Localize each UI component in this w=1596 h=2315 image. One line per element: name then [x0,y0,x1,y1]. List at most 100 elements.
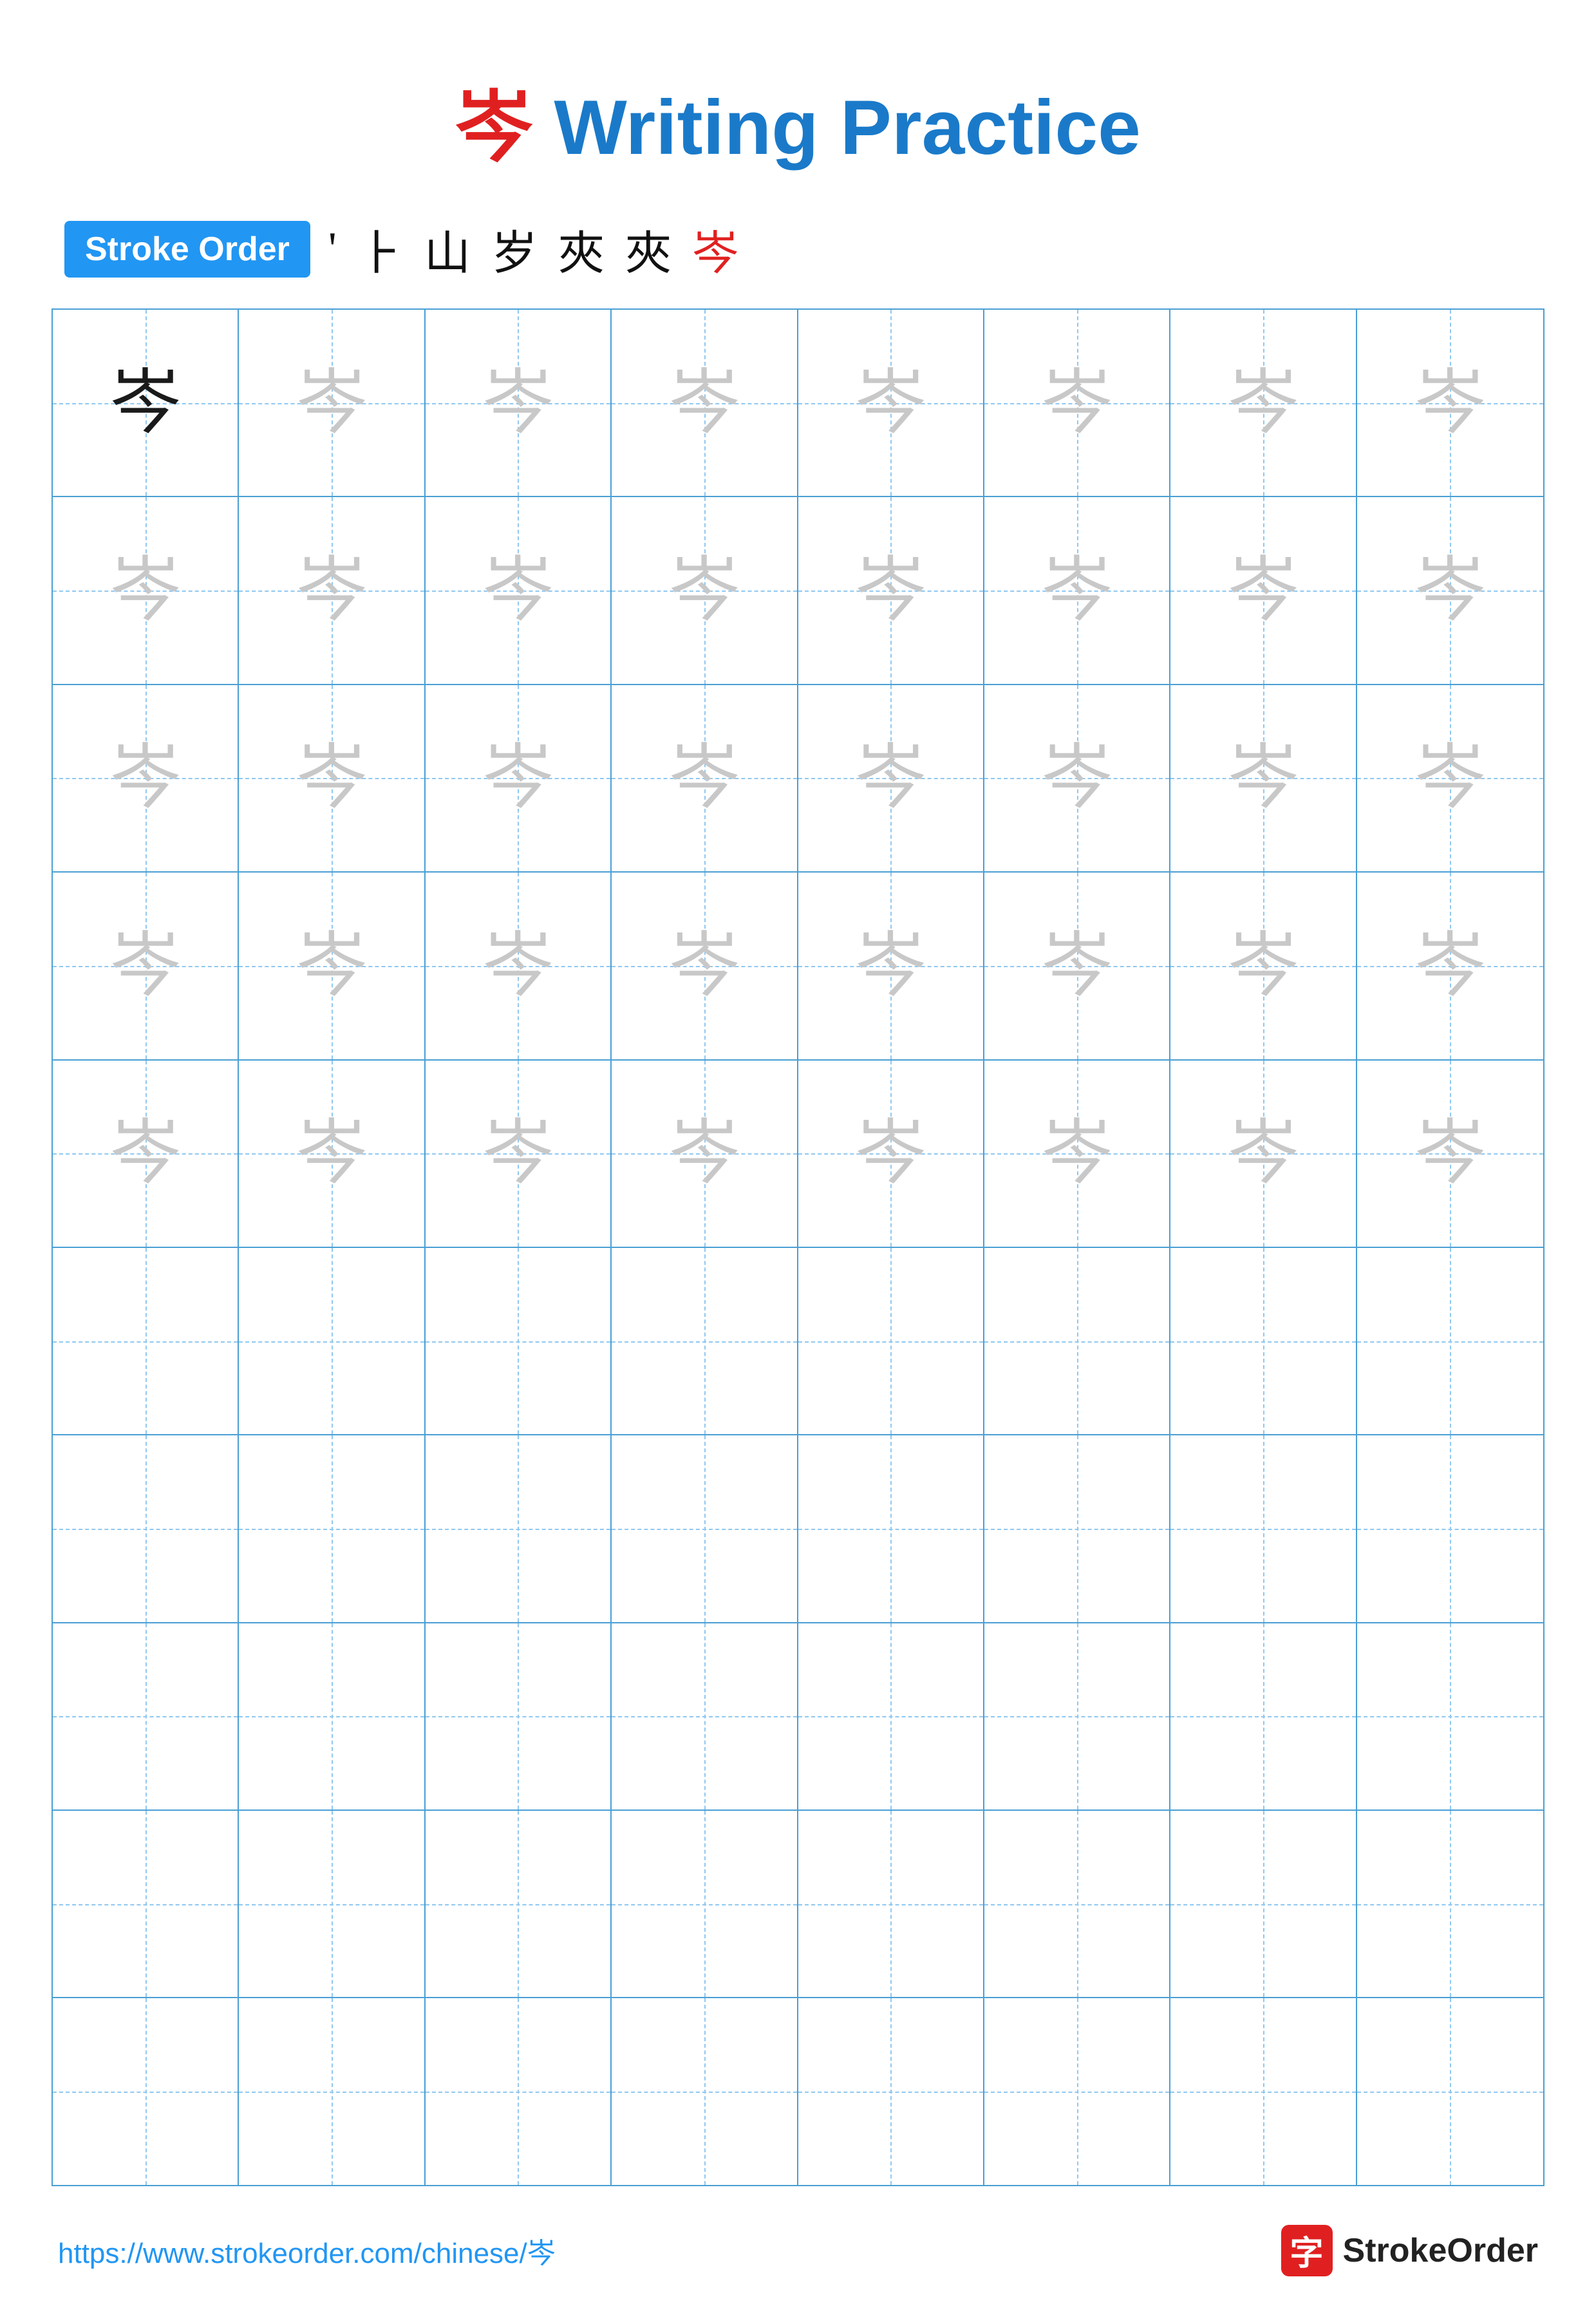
grid-cell[interactable] [984,1811,1170,1997]
grid-cell[interactable] [612,1623,798,1809]
grid-cell[interactable]: 岑 [239,497,425,683]
grid-row: 岑 岑 岑 岑 岑 岑 岑 岑 [53,310,1543,497]
grid-cell[interactable]: 岑 [239,1061,425,1247]
grid-cell[interactable] [426,1811,612,1997]
cell-char-light: 岑 [669,555,740,626]
grid-cell[interactable]: 岑 [798,873,984,1059]
grid-cell[interactable]: 岑 [1170,1061,1357,1247]
grid-cell[interactable] [984,1998,1170,2184]
grid-cell[interactable]: 岑 [798,1061,984,1247]
cell-char-light: 岑 [855,931,926,1001]
cell-char-light: 岑 [1042,742,1113,813]
grid-cell[interactable] [53,1998,239,2184]
stroke-order-row: Stroke Order ' ⺊ 山 岁 夾 夾 岑 [64,215,1544,283]
cell-char-light: 岑 [296,555,367,626]
grid-cell[interactable]: 岑 [1170,685,1357,871]
cell-char-light: 岑 [1414,1118,1485,1189]
grid-cell[interactable] [984,1435,1170,1621]
grid-cell[interactable] [1357,1623,1543,1809]
grid-cell[interactable] [426,1248,612,1434]
grid-cell[interactable] [239,1811,425,1997]
grid-cell[interactable]: 岑 [239,873,425,1059]
grid-cell[interactable]: 岑 [984,497,1170,683]
grid-cell[interactable]: 岑 [239,685,425,871]
cell-char-light: 岑 [669,931,740,1001]
grid-cell[interactable]: 岑 [984,1061,1170,1247]
grid-cell[interactable]: 岑 [984,685,1170,871]
cell-char-light: 岑 [482,368,553,439]
cell-char-light: 岑 [1042,555,1113,626]
grid-cell[interactable]: 岑 [1357,1061,1543,1247]
grid-cell[interactable] [1357,1248,1543,1434]
grid-cell[interactable] [53,1811,239,1997]
cell-char-light: 岑 [110,931,181,1001]
grid-cell[interactable] [1170,1998,1357,2184]
grid-cell[interactable] [53,1435,239,1621]
grid-cell[interactable]: 岑 [1357,873,1543,1059]
grid-cell[interactable] [239,1623,425,1809]
grid-cell[interactable]: 岑 [53,873,239,1059]
grid-cell[interactable]: 岑 [798,685,984,871]
grid-cell[interactable] [53,1623,239,1809]
grid-cell[interactable]: 岑 [239,310,425,496]
grid-cell[interactable] [612,1811,798,1997]
grid-cell[interactable]: 岑 [798,497,984,683]
grid-cell[interactable] [1170,1623,1357,1809]
grid-cell[interactable] [612,1435,798,1621]
grid-cell[interactable] [1170,1811,1357,1997]
grid-cell[interactable]: 岑 [426,497,612,683]
grid-cell[interactable] [798,1623,984,1809]
grid-cell[interactable]: 岑 [1357,497,1543,683]
grid-cell[interactable] [984,1623,1170,1809]
grid-cell[interactable]: 岑 [53,497,239,683]
grid-cell[interactable]: 岑 [612,310,798,496]
grid-cell[interactable]: 岑 [426,310,612,496]
grid-cell[interactable]: 岑 [1170,873,1357,1059]
grid-cell[interactable] [1357,1998,1543,2184]
grid-cell[interactable] [426,1623,612,1809]
grid-cell[interactable]: 岑 [53,310,239,496]
grid-cell[interactable] [239,1435,425,1621]
cell-char-light: 岑 [669,1118,740,1189]
grid-cell[interactable]: 岑 [798,310,984,496]
grid-cell[interactable] [53,1248,239,1434]
grid-cell[interactable] [1357,1811,1543,1997]
grid-cell[interactable]: 岑 [1357,310,1543,496]
cell-char-light: 岑 [296,1118,367,1189]
title-text: Writing Practice [554,84,1140,171]
grid-cell[interactable]: 岑 [612,685,798,871]
grid-cell[interactable] [798,1998,984,2184]
cell-char-light: 岑 [482,555,553,626]
grid-cell[interactable] [798,1435,984,1621]
grid-cell[interactable] [1170,1248,1357,1434]
grid-cell[interactable]: 岑 [612,497,798,683]
grid-cell[interactable] [426,1435,612,1621]
grid-cell[interactable] [612,1248,798,1434]
grid-cell[interactable] [239,1998,425,2184]
grid-row [53,1811,1543,1998]
grid-cell[interactable]: 岑 [426,1061,612,1247]
grid-cell[interactable]: 岑 [612,873,798,1059]
grid-cell[interactable]: 岑 [984,873,1170,1059]
stroke-order-badge: Stroke Order [64,221,310,278]
grid-cell[interactable]: 岑 [1357,685,1543,871]
grid-cell[interactable]: 岑 [53,1061,239,1247]
step-2: ⺊ [357,215,404,283]
grid-cell[interactable] [1170,1435,1357,1621]
grid-cell[interactable] [798,1248,984,1434]
grid-cell[interactable]: 岑 [1170,497,1357,683]
grid-cell[interactable] [798,1811,984,1997]
grid-cell[interactable] [612,1998,798,2184]
grid-cell[interactable]: 岑 [1170,310,1357,496]
grid-cell[interactable] [426,1998,612,2184]
grid-cell[interactable] [1357,1435,1543,1621]
grid-cell[interactable]: 岑 [984,310,1170,496]
cell-char-light: 岑 [296,931,367,1001]
grid-cell[interactable]: 岑 [426,685,612,871]
grid-cell[interactable] [239,1248,425,1434]
grid-cell[interactable] [984,1248,1170,1434]
grid-cell[interactable]: 岑 [53,685,239,871]
grid-cell[interactable]: 岑 [426,873,612,1059]
grid-row: 岑 岑 岑 岑 岑 岑 岑 岑 [53,685,1543,873]
grid-cell[interactable]: 岑 [612,1061,798,1247]
